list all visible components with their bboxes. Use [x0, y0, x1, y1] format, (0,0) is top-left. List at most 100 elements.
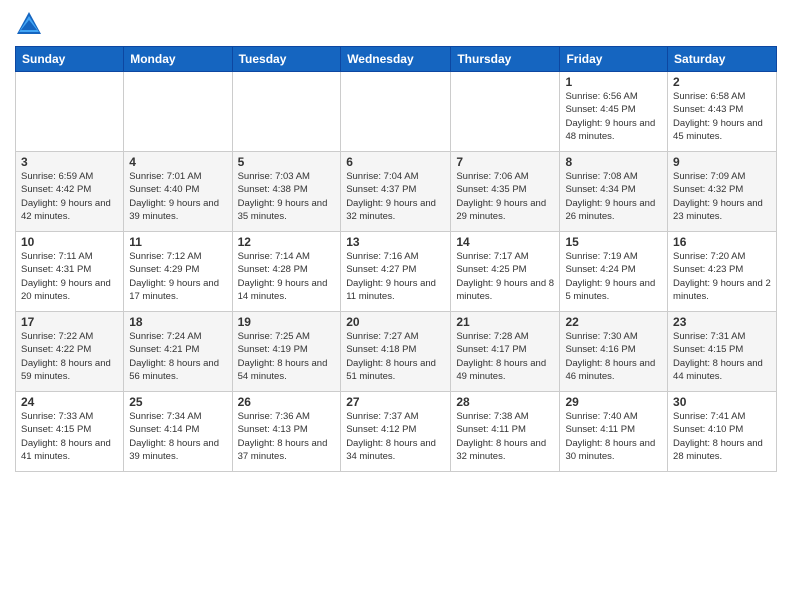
day-info: Sunrise: 7:14 AM Sunset: 4:28 PM Dayligh…: [238, 250, 336, 303]
day-number: 23: [673, 315, 771, 329]
day-info: Sunrise: 6:56 AM Sunset: 4:45 PM Dayligh…: [565, 90, 662, 143]
day-info: Sunrise: 7:16 AM Sunset: 4:27 PM Dayligh…: [346, 250, 445, 303]
day-info: Sunrise: 7:12 AM Sunset: 4:29 PM Dayligh…: [129, 250, 226, 303]
calendar-cell: 23Sunrise: 7:31 AM Sunset: 4:15 PM Dayli…: [668, 312, 777, 392]
calendar-header-wednesday: Wednesday: [341, 47, 451, 72]
day-number: 15: [565, 235, 662, 249]
calendar-cell: 11Sunrise: 7:12 AM Sunset: 4:29 PM Dayli…: [124, 232, 232, 312]
day-info: Sunrise: 7:08 AM Sunset: 4:34 PM Dayligh…: [565, 170, 662, 223]
day-number: 6: [346, 155, 445, 169]
day-number: 26: [238, 395, 336, 409]
calendar-cell: 16Sunrise: 7:20 AM Sunset: 4:23 PM Dayli…: [668, 232, 777, 312]
calendar-cell: 8Sunrise: 7:08 AM Sunset: 4:34 PM Daylig…: [560, 152, 668, 232]
day-number: 17: [21, 315, 118, 329]
day-info: Sunrise: 7:19 AM Sunset: 4:24 PM Dayligh…: [565, 250, 662, 303]
calendar-header-friday: Friday: [560, 47, 668, 72]
calendar-header-row: SundayMondayTuesdayWednesdayThursdayFrid…: [16, 47, 777, 72]
calendar-cell: [451, 72, 560, 152]
calendar-cell: 27Sunrise: 7:37 AM Sunset: 4:12 PM Dayli…: [341, 392, 451, 472]
calendar-cell: 1Sunrise: 6:56 AM Sunset: 4:45 PM Daylig…: [560, 72, 668, 152]
calendar-cell: 5Sunrise: 7:03 AM Sunset: 4:38 PM Daylig…: [232, 152, 341, 232]
day-number: 13: [346, 235, 445, 249]
day-info: Sunrise: 6:58 AM Sunset: 4:43 PM Dayligh…: [673, 90, 771, 143]
day-info: Sunrise: 7:30 AM Sunset: 4:16 PM Dayligh…: [565, 330, 662, 383]
day-info: Sunrise: 7:11 AM Sunset: 4:31 PM Dayligh…: [21, 250, 118, 303]
day-info: Sunrise: 7:27 AM Sunset: 4:18 PM Dayligh…: [346, 330, 445, 383]
calendar-cell: 13Sunrise: 7:16 AM Sunset: 4:27 PM Dayli…: [341, 232, 451, 312]
calendar-cell: 4Sunrise: 7:01 AM Sunset: 4:40 PM Daylig…: [124, 152, 232, 232]
day-info: Sunrise: 7:24 AM Sunset: 4:21 PM Dayligh…: [129, 330, 226, 383]
day-number: 16: [673, 235, 771, 249]
calendar-header-sunday: Sunday: [16, 47, 124, 72]
calendar-week-3: 17Sunrise: 7:22 AM Sunset: 4:22 PM Dayli…: [16, 312, 777, 392]
day-number: 10: [21, 235, 118, 249]
calendar-cell: 26Sunrise: 7:36 AM Sunset: 4:13 PM Dayli…: [232, 392, 341, 472]
calendar-cell: [341, 72, 451, 152]
day-info: Sunrise: 7:41 AM Sunset: 4:10 PM Dayligh…: [673, 410, 771, 463]
day-number: 20: [346, 315, 445, 329]
calendar-cell: 21Sunrise: 7:28 AM Sunset: 4:17 PM Dayli…: [451, 312, 560, 392]
day-info: Sunrise: 7:33 AM Sunset: 4:15 PM Dayligh…: [21, 410, 118, 463]
day-number: 28: [456, 395, 554, 409]
day-number: 30: [673, 395, 771, 409]
day-number: 29: [565, 395, 662, 409]
day-number: 1: [565, 75, 662, 89]
calendar-cell: 29Sunrise: 7:40 AM Sunset: 4:11 PM Dayli…: [560, 392, 668, 472]
day-number: 5: [238, 155, 336, 169]
calendar-cell: 18Sunrise: 7:24 AM Sunset: 4:21 PM Dayli…: [124, 312, 232, 392]
calendar-cell: 19Sunrise: 7:25 AM Sunset: 4:19 PM Dayli…: [232, 312, 341, 392]
calendar-cell: 17Sunrise: 7:22 AM Sunset: 4:22 PM Dayli…: [16, 312, 124, 392]
day-info: Sunrise: 7:01 AM Sunset: 4:40 PM Dayligh…: [129, 170, 226, 223]
calendar-cell: 20Sunrise: 7:27 AM Sunset: 4:18 PM Dayli…: [341, 312, 451, 392]
calendar-cell: [16, 72, 124, 152]
calendar-cell: 9Sunrise: 7:09 AM Sunset: 4:32 PM Daylig…: [668, 152, 777, 232]
day-info: Sunrise: 7:37 AM Sunset: 4:12 PM Dayligh…: [346, 410, 445, 463]
day-number: 24: [21, 395, 118, 409]
calendar-cell: 14Sunrise: 7:17 AM Sunset: 4:25 PM Dayli…: [451, 232, 560, 312]
day-number: 11: [129, 235, 226, 249]
day-number: 8: [565, 155, 662, 169]
calendar-cell: 7Sunrise: 7:06 AM Sunset: 4:35 PM Daylig…: [451, 152, 560, 232]
calendar-cell: 6Sunrise: 7:04 AM Sunset: 4:37 PM Daylig…: [341, 152, 451, 232]
day-number: 22: [565, 315, 662, 329]
calendar-cell: 3Sunrise: 6:59 AM Sunset: 4:42 PM Daylig…: [16, 152, 124, 232]
day-info: Sunrise: 7:40 AM Sunset: 4:11 PM Dayligh…: [565, 410, 662, 463]
day-info: Sunrise: 7:03 AM Sunset: 4:38 PM Dayligh…: [238, 170, 336, 223]
day-number: 4: [129, 155, 226, 169]
calendar-cell: 15Sunrise: 7:19 AM Sunset: 4:24 PM Dayli…: [560, 232, 668, 312]
day-number: 18: [129, 315, 226, 329]
calendar-cell: 28Sunrise: 7:38 AM Sunset: 4:11 PM Dayli…: [451, 392, 560, 472]
day-info: Sunrise: 6:59 AM Sunset: 4:42 PM Dayligh…: [21, 170, 118, 223]
calendar-week-2: 10Sunrise: 7:11 AM Sunset: 4:31 PM Dayli…: [16, 232, 777, 312]
calendar-cell: [232, 72, 341, 152]
calendar-header-saturday: Saturday: [668, 47, 777, 72]
day-number: 19: [238, 315, 336, 329]
day-number: 21: [456, 315, 554, 329]
day-info: Sunrise: 7:04 AM Sunset: 4:37 PM Dayligh…: [346, 170, 445, 223]
day-number: 3: [21, 155, 118, 169]
day-info: Sunrise: 7:28 AM Sunset: 4:17 PM Dayligh…: [456, 330, 554, 383]
day-number: 12: [238, 235, 336, 249]
day-info: Sunrise: 7:25 AM Sunset: 4:19 PM Dayligh…: [238, 330, 336, 383]
calendar-week-0: 1Sunrise: 6:56 AM Sunset: 4:45 PM Daylig…: [16, 72, 777, 152]
day-info: Sunrise: 7:17 AM Sunset: 4:25 PM Dayligh…: [456, 250, 554, 303]
day-number: 9: [673, 155, 771, 169]
calendar-cell: 30Sunrise: 7:41 AM Sunset: 4:10 PM Dayli…: [668, 392, 777, 472]
day-info: Sunrise: 7:06 AM Sunset: 4:35 PM Dayligh…: [456, 170, 554, 223]
calendar-cell: [124, 72, 232, 152]
calendar-cell: 25Sunrise: 7:34 AM Sunset: 4:14 PM Dayli…: [124, 392, 232, 472]
calendar-cell: 12Sunrise: 7:14 AM Sunset: 4:28 PM Dayli…: [232, 232, 341, 312]
day-number: 14: [456, 235, 554, 249]
calendar-header-monday: Monday: [124, 47, 232, 72]
day-info: Sunrise: 7:38 AM Sunset: 4:11 PM Dayligh…: [456, 410, 554, 463]
logo-icon: [15, 10, 43, 38]
day-info: Sunrise: 7:09 AM Sunset: 4:32 PM Dayligh…: [673, 170, 771, 223]
day-info: Sunrise: 7:36 AM Sunset: 4:13 PM Dayligh…: [238, 410, 336, 463]
calendar: SundayMondayTuesdayWednesdayThursdayFrid…: [15, 46, 777, 472]
calendar-header-tuesday: Tuesday: [232, 47, 341, 72]
calendar-cell: 2Sunrise: 6:58 AM Sunset: 4:43 PM Daylig…: [668, 72, 777, 152]
calendar-header-thursday: Thursday: [451, 47, 560, 72]
day-info: Sunrise: 7:22 AM Sunset: 4:22 PM Dayligh…: [21, 330, 118, 383]
day-info: Sunrise: 7:34 AM Sunset: 4:14 PM Dayligh…: [129, 410, 226, 463]
calendar-week-1: 3Sunrise: 6:59 AM Sunset: 4:42 PM Daylig…: [16, 152, 777, 232]
